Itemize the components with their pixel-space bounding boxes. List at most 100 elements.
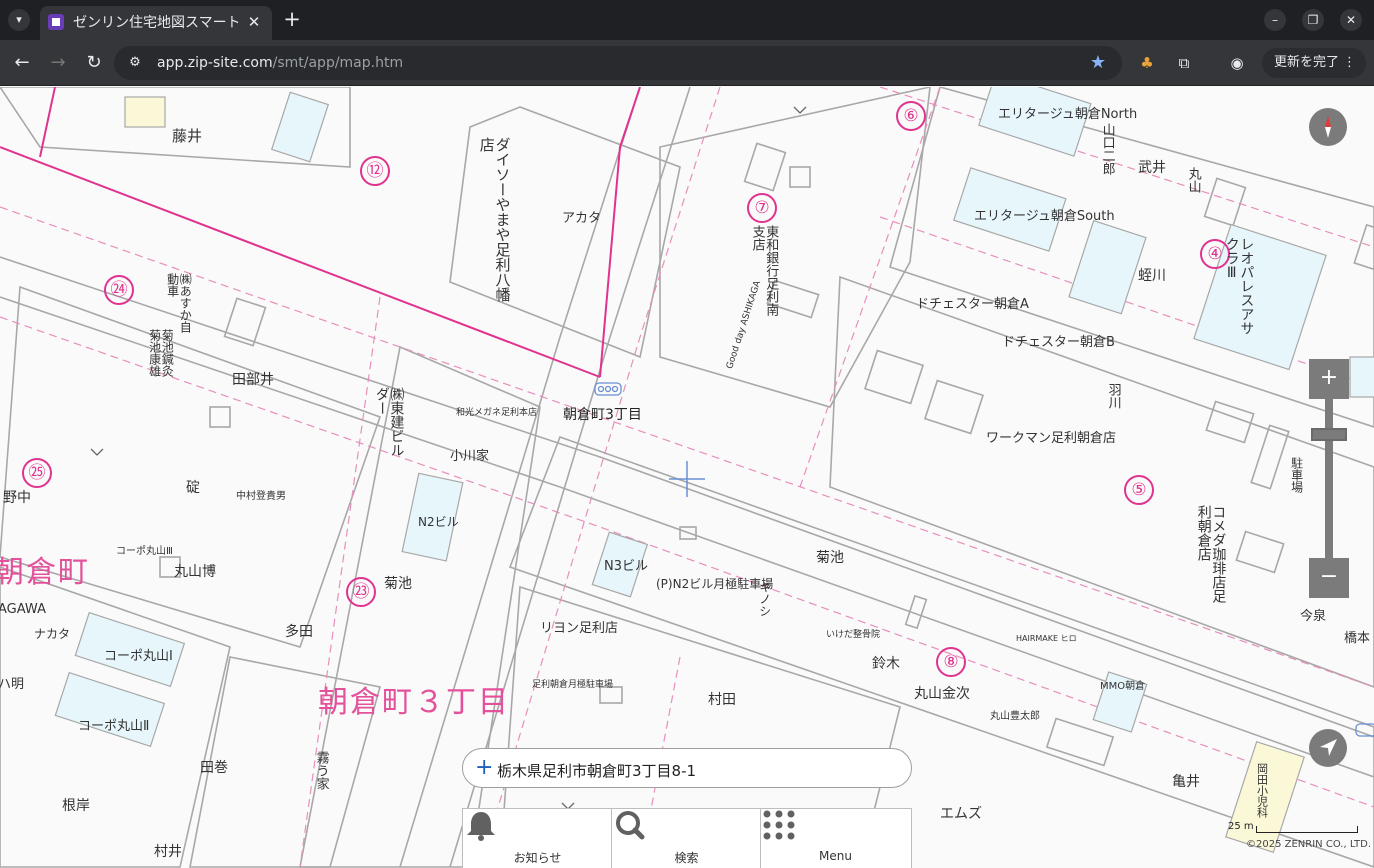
menu-label-notice: お知らせ <box>513 851 562 865</box>
building-murai: 村井 <box>154 844 182 860</box>
profile-avatar-icon[interactable]: ◉ <box>1225 51 1249 75</box>
block-number-5: ⑤ <box>1124 475 1154 505</box>
building-ashika-car: ㈱あすか自動車 <box>165 273 193 333</box>
place-label-asakura-3chome: 朝倉町3丁目 <box>563 407 642 423</box>
building-erita-north: エリタージュ朝倉North <box>998 107 1138 122</box>
zoom-out-button[interactable]: − <box>1309 558 1349 598</box>
building-yamaguchi: 山口二郎 <box>1099 123 1115 175</box>
menu-item-notice[interactable]: お知らせ <box>463 809 612 868</box>
copyright-text: ©2025 ZENRIN CO., LTD. <box>1246 839 1371 850</box>
area-label-asakura: 朝倉町 <box>0 555 90 590</box>
building-lyon: リヨン足利店 <box>540 621 619 636</box>
building-maruyama: 丸山 <box>1185 167 1201 193</box>
update-button-label: 更新を完了 <box>1274 55 1340 70</box>
building-agawa: AGAWA <box>0 602 46 617</box>
zoom-in-button[interactable]: + <box>1309 359 1349 399</box>
building-maruyama-kinji: 丸山金次 <box>914 686 970 702</box>
building-n3: N3ビル <box>604 559 648 574</box>
scale-label: 25 m <box>1228 821 1254 832</box>
building-n2: N2ビル <box>418 515 459 529</box>
tab-search-chevron-icon[interactable]: ▾ <box>8 9 30 31</box>
bell-icon <box>467 812 495 841</box>
new-tab-plus-icon[interactable]: + <box>280 8 304 32</box>
url-host: app.zip-site.com <box>157 55 273 71</box>
tab-title: ゼンリン住宅地図スマートフォン版 <box>73 15 238 31</box>
building-murata: 村田 <box>708 692 736 708</box>
building-daiso: ダイソーやまや足利八幡店 <box>477 137 512 302</box>
address-bar[interactable]: ⚙ app.zip-site.com/smt/app/map.htm ★ <box>114 46 1122 80</box>
building-dorchester-a: ドチェスター朝倉A <box>916 297 1029 312</box>
building-ikeda: いけだ整骨院 <box>826 630 881 640</box>
map-canvas[interactable]: 朝倉町３丁目 朝倉町 朝倉町3丁目 ⑫ ⑥ ⑦ ④ ㉔ ㉕ ⑤ ㉓ ⑧ 藤井 ダ… <box>0 87 1374 868</box>
tab-close-icon[interactable]: ✕ <box>244 12 264 32</box>
minimize-icon[interactable]: – <box>1264 9 1286 31</box>
magnifier-icon <box>616 811 645 840</box>
address-text: 栃木県足利市朝倉町3丁目8-1 <box>497 762 697 780</box>
menu-item-search[interactable]: 検索 <box>612 809 761 868</box>
block-number-25: ㉕ <box>22 458 52 488</box>
building-nakata: ナカタ <box>34 627 71 641</box>
building-kikuchi-east: 菊池 <box>816 550 844 566</box>
building-coop-1: コーポ丸山Ⅰ <box>104 649 173 664</box>
site-settings-icon[interactable]: ⚙ <box>126 54 144 72</box>
extension-incognito-icon[interactable]: ♣ <box>1135 51 1159 75</box>
building-kikuchi-west: 菊池 <box>384 576 412 592</box>
building-hashimoto: 橋本 <box>1344 631 1371 646</box>
menu-item-menu[interactable]: Menu <box>761 809 910 868</box>
browser-tab[interactable]: ゼンリン住宅地図スマートフォン版 ✕ <box>40 6 272 40</box>
building-taguchi: 田巻 <box>200 760 228 776</box>
building-ukawa: 羽川 <box>1105 383 1121 409</box>
building-nakamura: 中村登貴男 <box>236 491 286 502</box>
building-komeda: コメダ珈琲店足利朝倉店 <box>1195 505 1227 603</box>
url-path: /smt/app/map.htm <box>272 55 404 71</box>
building-maruyama-isaburo: 丸山豊太郎 <box>990 711 1040 722</box>
building-hiyakawa: 蛭川 <box>1138 268 1166 284</box>
building-mmo: MMO朝倉 <box>1100 681 1146 692</box>
building-wako: 和光メガネ足利本店 <box>456 408 538 418</box>
building-kinoshita: キノシ <box>757 581 772 617</box>
browser-toolbar: ← → ↻ ⚙ app.zip-site.com/smt/app/map.htm… <box>0 40 1374 86</box>
building-ryokan: 霧う家 <box>313 751 329 790</box>
update-button[interactable]: 更新を完了 ⋮ <box>1262 48 1366 78</box>
extensions-puzzle-icon[interactable]: ⧉ <box>1172 51 1196 75</box>
building-ham: ハ明 <box>0 677 25 692</box>
back-arrow-icon[interactable]: ← <box>10 51 34 75</box>
current-location-button[interactable] <box>1309 729 1347 767</box>
forward-arrow-icon[interactable]: → <box>46 51 70 75</box>
url-text[interactable]: app.zip-site.com/smt/app/map.htm <box>157 54 403 72</box>
building-suzuki: 鈴木 <box>872 656 900 672</box>
building-hairmake: HAIRMAKE ヒロ <box>1016 634 1077 643</box>
zoom-slider-track[interactable] <box>1325 399 1333 559</box>
building-maruyama-flat: 丸山博 <box>174 564 216 580</box>
building-toho-bldg: ㈱東建ビルダー <box>373 387 405 457</box>
building-akata: アカタ <box>562 211 602 226</box>
browser-tab-strip: ▾ ゼンリン住宅地図スマートフォン版 ✕ + – ❐ ✕ <box>0 0 1374 40</box>
scale-bar <box>1256 826 1358 833</box>
building-parking: 駐車場 <box>1289 457 1304 493</box>
bottom-menu: お知らせ 検索 Menu <box>462 808 912 868</box>
building-coop-2: コーポ丸山Ⅱ <box>78 719 150 734</box>
compass-icon[interactable] <box>1309 108 1347 146</box>
address-display[interactable]: + 栃木県足利市朝倉町3丁目8-1 <box>462 748 912 788</box>
building-negishi: 根岸 <box>62 798 90 814</box>
restore-icon[interactable]: ❐ <box>1302 9 1324 31</box>
building-tabei: 田部井 <box>232 372 274 388</box>
building-ikari: 碇 <box>186 480 200 496</box>
building-dorchester-b: ドチェスター朝倉B <box>1002 335 1115 350</box>
building-n2-parking: (P)N2ビル月極駐車場 <box>656 577 774 591</box>
block-number-8: ⑧ <box>936 647 966 677</box>
zoom-slider-thumb[interactable] <box>1311 428 1347 441</box>
more-menu-icon[interactable]: ⋮ <box>1343 48 1356 78</box>
block-number-6: ⑥ <box>896 101 926 131</box>
building-ogawa: 小川家 <box>450 449 490 464</box>
area-label-asakura-3: 朝倉町３丁目 <box>318 685 510 720</box>
reload-icon[interactable]: ↻ <box>82 51 106 75</box>
bookmark-star-icon[interactable]: ★ <box>1088 53 1108 73</box>
grid-dots-icon <box>763 810 795 840</box>
building-leopalace: レオパレスアサクラⅢ <box>1223 237 1255 335</box>
building-imaizumi: 今泉 <box>1300 609 1327 624</box>
building-okada: 岡田小児科 <box>1255 763 1269 818</box>
map-scale: 25 m <box>1228 821 1360 835</box>
window-close-icon[interactable]: ✕ <box>1340 9 1362 31</box>
building-takeei: 武井 <box>1138 160 1166 176</box>
